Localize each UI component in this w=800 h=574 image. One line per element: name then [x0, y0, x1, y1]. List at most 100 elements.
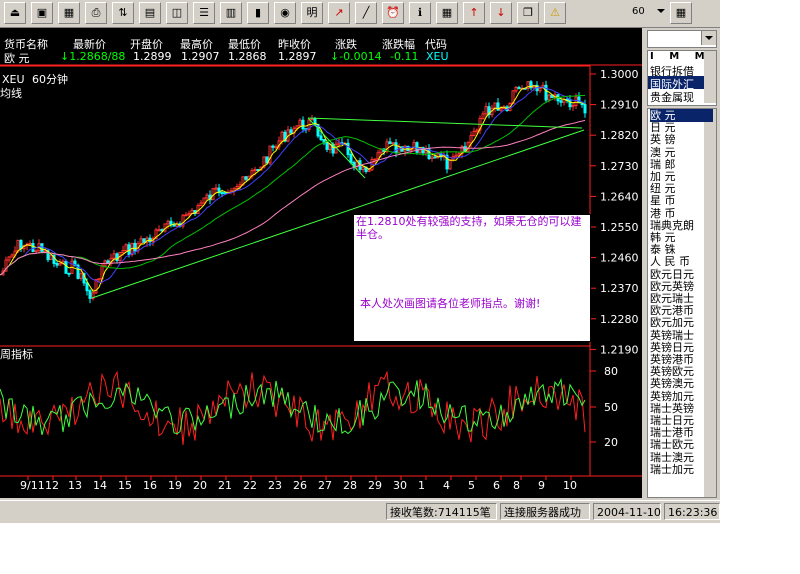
currency-item[interactable]: 瑞士澳元 [650, 451, 713, 464]
candle-body [394, 142, 398, 154]
date-tick-label: 19 [168, 479, 182, 492]
currency-item[interactable]: 加 元 [650, 170, 713, 183]
candle-body [547, 94, 551, 101]
info-button[interactable]: ℹ [409, 2, 431, 24]
currency-item[interactable]: 欧元港币 [650, 304, 713, 317]
currency-item[interactable]: 瑞 郎 [650, 158, 713, 171]
currency-item[interactable]: 泰 铢 [650, 243, 713, 256]
currency-item[interactable]: 英 镑 [650, 133, 713, 146]
lower-indicator-label: 周指标 [0, 347, 33, 361]
market-item-metals[interactable]: 贵金属现 [650, 89, 694, 105]
candle-body [568, 99, 572, 108]
price-tick-label: 1.2190 [600, 343, 639, 356]
candle-body [433, 156, 437, 159]
currency-item[interactable]: 星 币 [650, 194, 713, 207]
chart-button[interactable]: ◫ [166, 2, 188, 24]
candle-body [67, 272, 71, 275]
date-tick-label: 1 [418, 479, 425, 492]
status-time: 16:23:36 [664, 503, 720, 520]
annotation-box: 在1.2810处有较强的支持，如果无仓的可以建半仓。 本人处次画图请各位老师指点… [353, 214, 591, 342]
received-count: 接收笔数:714115笔 [386, 503, 497, 520]
layout-button[interactable]: ▥ [220, 2, 242, 24]
currency-item[interactable]: 欧元英镑 [650, 280, 713, 293]
warning-button[interactable]: ⚠ [544, 2, 566, 24]
candle-body [64, 260, 68, 274]
window-restore-button[interactable]: ❐ [517, 2, 539, 24]
currency-item[interactable]: 瑞士英镑 [650, 402, 713, 415]
arrow-up-button[interactable]: ↑ [463, 2, 485, 24]
currency-item[interactable]: 瑞士加元 [650, 463, 713, 476]
currency-item[interactable]: 英镑日元 [650, 341, 713, 354]
market-list[interactable]: I M M 银行拆借 国际外汇 贵金属现 [647, 50, 717, 106]
candle-body [31, 242, 35, 252]
candle-body [220, 192, 224, 195]
ticker-icon: ◉ [280, 6, 290, 19]
candle-body [325, 142, 329, 150]
candle-body [142, 238, 146, 243]
date-tick-label: 10 [563, 479, 577, 492]
candle-body [517, 86, 521, 90]
market-list-scrollbar[interactable] [704, 51, 716, 103]
currency-item[interactable]: 澳 元 [650, 146, 713, 159]
currency-item[interactable]: 英镑澳元 [650, 377, 713, 390]
chevron-down-icon[interactable] [701, 31, 716, 45]
print-button[interactable]: ⎙ [85, 2, 107, 24]
exit-button[interactable]: ⏏ [4, 2, 26, 24]
date-tick-label: 21 [218, 479, 232, 492]
date-tick-label: 9 [538, 479, 545, 492]
currency-item[interactable]: 英镑瑞士 [650, 329, 713, 342]
candle-body [202, 197, 206, 204]
currency-item[interactable]: 瑞士港币 [650, 426, 713, 439]
currency-item[interactable]: 欧 元 [650, 109, 713, 122]
table-view-button[interactable]: ▦ [670, 2, 692, 24]
calc-button[interactable]: ▦ [436, 2, 458, 24]
connection-status: 连接服务器成功 [500, 503, 590, 520]
currency-item[interactable]: 港 币 [650, 207, 713, 220]
trend-button[interactable]: ↗ [328, 2, 350, 24]
right-panel: I M M 银行拆借 国际外汇 贵金属现 欧 元日 元英 镑澳 元瑞 郎加 元纽… [645, 28, 720, 498]
arrow-down-button[interactable]: ↓ [490, 2, 512, 24]
date-tick-label: 4 [443, 479, 450, 492]
tile-button[interactable]: ▤ [139, 2, 161, 24]
window-button[interactable]: ▣ [31, 2, 53, 24]
chart-area[interactable]: 货币名称 最新价 开盘价 最高价 最低价 昨收价 涨跌 涨跌幅 代码欧 元 ↓1.2868/88 1… [0, 28, 642, 498]
currency-item[interactable]: 瑞士日元 [650, 414, 713, 427]
zoom-dropdown-icon[interactable] [656, 5, 666, 17]
currency-item[interactable]: 欧元日元 [650, 268, 713, 281]
list-button[interactable]: ☰ [193, 2, 215, 24]
month-chart-button[interactable]: 明 [301, 2, 323, 24]
candle-body [16, 239, 20, 252]
date-tick-label: 23 [268, 479, 282, 492]
market-item-forex[interactable]: 国际外汇 [648, 76, 706, 91]
draw-line-button[interactable]: ╱ [355, 2, 377, 24]
currency-item[interactable]: 纽 元 [650, 182, 713, 195]
candle-body [223, 192, 227, 195]
sort-button[interactable]: ⇅ [112, 2, 134, 24]
bar-chart-button[interactable]: ▮ [247, 2, 269, 24]
candle-body [499, 107, 503, 111]
currency-item[interactable]: 瑞典克朗 [650, 219, 713, 232]
currency-item[interactable]: 瑞士欧元 [650, 438, 713, 451]
currency-item[interactable]: 英镑港币 [650, 353, 713, 366]
currency-item[interactable]: 欧元加元 [650, 316, 713, 329]
alarm-button[interactable]: ⏰ [382, 2, 404, 24]
channel-line [307, 117, 366, 179]
currency-item[interactable]: 韩 元 [650, 231, 713, 244]
candle-body [58, 262, 62, 266]
arrow-up-icon: ↑ [469, 6, 479, 19]
date-tick-label: 9/11 [20, 479, 45, 492]
grid-button[interactable]: ▦ [58, 2, 80, 24]
candle-body [361, 166, 365, 170]
chart-icon: ◫ [171, 6, 183, 19]
candle-body [244, 176, 248, 180]
currency-item[interactable]: 人 民 币 [650, 255, 713, 268]
ticker-button[interactable]: ◉ [274, 2, 296, 24]
currency-item[interactable]: 日 元 [650, 121, 713, 134]
market-dropdown[interactable] [647, 30, 717, 48]
resistance-trendline [307, 117, 583, 129]
currency-item[interactable]: 英镑加元 [650, 390, 713, 403]
candle-body [112, 253, 116, 259]
currency-item[interactable]: 英镑欧元 [650, 365, 713, 378]
currency-list[interactable]: 欧 元日 元英 镑澳 元瑞 郎加 元纽 元星 币港 币瑞典克朗韩 元泰 铢人 民… [647, 108, 717, 498]
currency-item[interactable]: 欧元瑞士 [650, 292, 713, 305]
